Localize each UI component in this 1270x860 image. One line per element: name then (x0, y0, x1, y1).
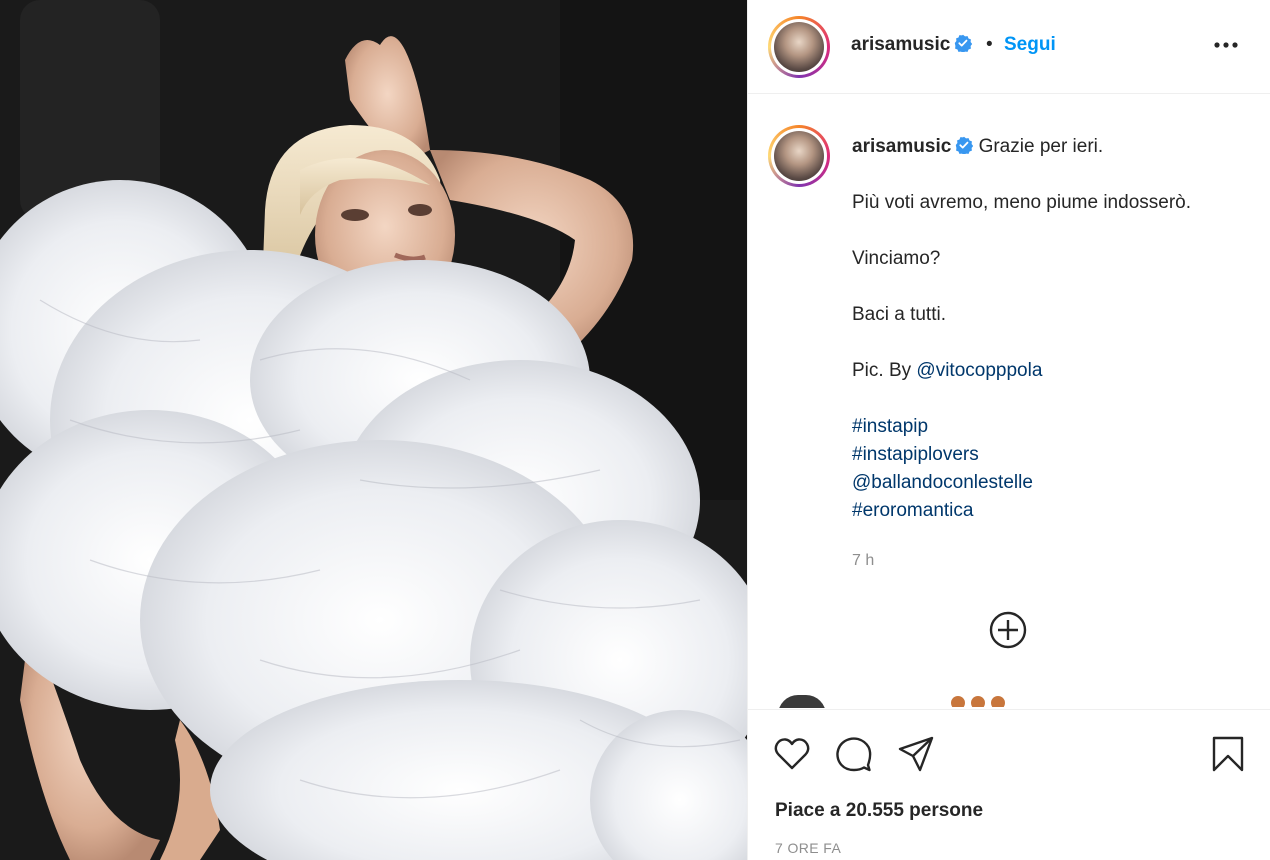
hashtag-link[interactable]: #instapip (852, 413, 1252, 441)
mention-link[interactable]: @vitocopppola (916, 360, 1042, 381)
comment-avatar-partial[interactable] (778, 695, 826, 708)
post-timestamp[interactable]: 7 ORE FA (775, 840, 841, 856)
post-photo[interactable] (0, 0, 747, 860)
caption-line: Vinciamo? (852, 248, 941, 269)
hashtag-link[interactable]: #eroromantica (852, 497, 1252, 525)
likes-count[interactable]: Piace a 20.555 persone (775, 800, 983, 822)
caption-first-line: Grazie per ieri. (978, 136, 1104, 157)
send-icon[interactable] (896, 734, 936, 774)
caption-line: Baci a tutti. (852, 304, 946, 325)
post-image (0, 0, 747, 860)
avatar[interactable] (768, 16, 830, 78)
action-bar: Piace a 20.555 persone 7 ORE FA (748, 709, 1270, 860)
header-username[interactable]: arisamusic (851, 34, 973, 56)
caption-text: arisamusic Grazie per ieri. Più voti avr… (852, 133, 1252, 575)
caption-line: Più voti avremo, meno piume indosserò. (852, 192, 1191, 213)
post-header: arisamusic • Segui (748, 0, 1270, 94)
mention-link[interactable]: @ballandoconlestelle (852, 469, 1252, 497)
caption-time[interactable]: 7 h (852, 547, 1252, 575)
comment-partial (848, 693, 1018, 708)
plus-circle-icon[interactable] (988, 610, 1028, 650)
hashtag-list: #instapip #instapiplovers @ballandoconle… (852, 413, 1252, 525)
heart-icon[interactable] (772, 734, 812, 774)
follow-button[interactable]: Segui (1004, 34, 1056, 56)
caption-area: arisamusic Grazie per ieri. Più voti avr… (748, 95, 1270, 708)
caption-username[interactable]: arisamusic (852, 136, 974, 157)
separator-dot: • (986, 34, 993, 55)
bookmark-icon[interactable] (1208, 734, 1248, 774)
verified-badge-icon (955, 34, 973, 52)
comment-icon[interactable] (834, 734, 874, 774)
caption-avatar[interactable] (768, 125, 830, 187)
hashtag-link[interactable]: #instapiplovers (852, 441, 1252, 469)
emoji-partial-icon (951, 696, 1005, 708)
caption-credit: Pic. By @vitocopppola (852, 360, 1043, 381)
more-horizontal-icon[interactable] (1213, 38, 1239, 49)
verified-badge-icon (956, 136, 974, 154)
post-side-panel: arisamusic • Segui arisamusic Grazie per… (747, 0, 1270, 860)
